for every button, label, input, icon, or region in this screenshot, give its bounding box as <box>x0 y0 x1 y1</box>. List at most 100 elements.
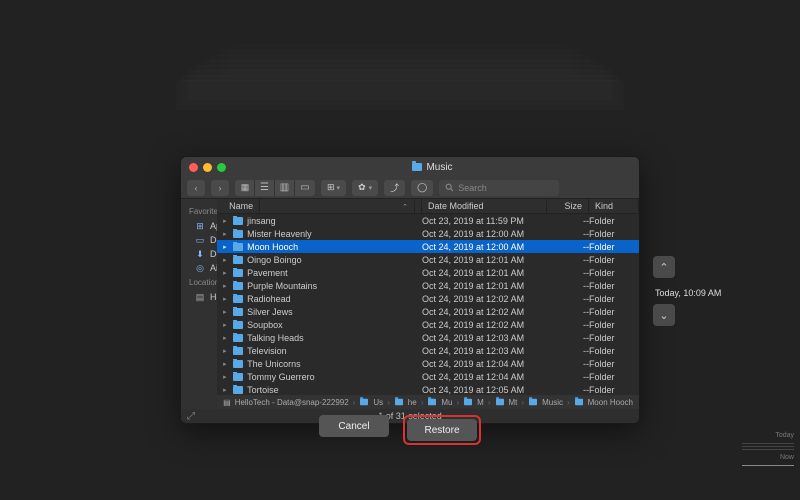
sidebar-item-desktop[interactable]: ▭Desktop <box>181 233 217 247</box>
share-button[interactable]: ⤴ <box>384 180 405 196</box>
path-crumb[interactable]: Mt <box>509 398 518 407</box>
sidebar: Favorites ⊞Applications▭Desktop⬇Download… <box>181 199 217 409</box>
path-crumb[interactable]: M <box>477 398 484 407</box>
table-row[interactable]: ▸Oingo BoingoOct 24, 2019 at 12:01 AM--F… <box>217 253 639 266</box>
table-row[interactable]: ▸PavementOct 24, 2019 at 12:01 AM--Folde… <box>217 266 639 279</box>
path-bar[interactable]: ▤HelloTech - Data@snap-222992›Us›he›Mu›M… <box>217 395 639 409</box>
table-row[interactable]: ▸Talking HeadsOct 24, 2019 at 12:03 AM--… <box>217 331 639 344</box>
column-size[interactable]: Size <box>547 199 589 213</box>
path-crumb[interactable]: Us <box>373 398 383 407</box>
folder-icon <box>233 321 243 329</box>
icon-view-button[interactable]: ▦ <box>235 180 255 196</box>
window-title: Music <box>234 162 631 173</box>
disclosure-triangle-icon[interactable]: ▸ <box>223 386 229 394</box>
table-row[interactable]: ▸SoupboxOct 24, 2019 at 12:02 AM--Folder <box>217 318 639 331</box>
action-buttons: Cancel Restore <box>319 415 481 445</box>
sidebar-locations-header: Locations <box>181 275 217 290</box>
list-view-button[interactable]: ☰ <box>255 180 275 196</box>
gallery-view-button[interactable]: ▭ <box>295 180 315 196</box>
folder-icon <box>233 386 243 394</box>
zoom-icon[interactable] <box>217 163 226 172</box>
disclosure-triangle-icon[interactable]: ▸ <box>223 321 229 329</box>
snapshot-timestamp: Today, 10:09 AM <box>653 284 743 304</box>
disclosure-triangle-icon[interactable]: ▸ <box>223 282 229 290</box>
previous-snapshot-button[interactable]: ⌃ <box>653 256 675 278</box>
table-row[interactable]: ▸Moon HoochOct 24, 2019 at 12:00 AM--Fol… <box>217 240 639 253</box>
disk-icon: ▤ <box>223 398 231 407</box>
restore-button[interactable]: Restore <box>407 419 477 441</box>
folder-icon <box>233 230 243 238</box>
path-crumb[interactable]: Music <box>542 398 563 407</box>
disclosure-triangle-icon[interactable]: ▸ <box>223 256 229 264</box>
path-crumb[interactable]: Moon Hooch <box>588 398 633 407</box>
sidebar-item-downloads[interactable]: ⬇Downloads <box>181 247 217 261</box>
table-row[interactable]: ▸Tommy GuerreroOct 24, 2019 at 12:04 AM-… <box>217 370 639 383</box>
path-crumb[interactable]: Mu <box>441 398 452 407</box>
table-row[interactable]: ▸TortoiseOct 24, 2019 at 12:05 AM--Folde… <box>217 383 639 395</box>
table-row[interactable]: ▸Silver JewsOct 24, 2019 at 12:02 AM--Fo… <box>217 305 639 318</box>
next-snapshot-button[interactable]: ⌄ <box>653 304 675 326</box>
minimize-icon[interactable] <box>203 163 212 172</box>
timeline[interactable]: Today Now <box>730 430 800 468</box>
sidebar-item-applications[interactable]: ⊞Applications <box>181 219 217 233</box>
folder-icon <box>233 243 243 251</box>
folder-icon <box>233 334 243 342</box>
folder-icon <box>496 399 504 405</box>
table-row[interactable]: ▸RadioheadOct 24, 2019 at 12:02 AM--Fold… <box>217 292 639 305</box>
titlebar[interactable]: Music <box>181 157 639 177</box>
table-row[interactable]: ▸TelevisionOct 24, 2019 at 12:03 AM--Fol… <box>217 344 639 357</box>
disclosure-triangle-icon[interactable]: ▸ <box>223 373 229 381</box>
cancel-button[interactable]: Cancel <box>319 415 389 437</box>
table-row[interactable]: ▸Purple MountainsOct 24, 2019 at 12:01 A… <box>217 279 639 292</box>
folder-icon <box>233 360 243 368</box>
disclosure-triangle-icon[interactable]: ▸ <box>223 334 229 342</box>
folder-icon <box>233 373 243 381</box>
sidebar-favorites-header: Favorites <box>181 204 217 219</box>
action-button[interactable]: ✿▾ <box>352 180 378 196</box>
disclosure-triangle-icon[interactable]: ▸ <box>223 308 229 316</box>
path-crumb[interactable]: he <box>408 398 417 407</box>
folder-icon <box>233 269 243 277</box>
close-icon[interactable] <box>189 163 198 172</box>
column-name[interactable]: Name ⌃ <box>217 199 422 213</box>
table-row[interactable]: ▸The UnicornsOct 24, 2019 at 12:04 AM--F… <box>217 357 639 370</box>
folder-icon <box>233 256 243 264</box>
column-date[interactable]: Date Modified <box>422 199 547 213</box>
forward-button[interactable]: › <box>211 180 229 196</box>
sidebar-item-hellotech[interactable]: ▤HelloTech <box>181 290 217 304</box>
column-view-button[interactable]: ▥ <box>275 180 295 196</box>
disclosure-triangle-icon[interactable]: ▸ <box>223 269 229 277</box>
disclosure-triangle-icon[interactable]: ▸ <box>223 295 229 303</box>
folder-icon <box>395 399 403 405</box>
folder-icon <box>233 282 243 290</box>
disclosure-triangle-icon[interactable]: ▸ <box>223 243 229 251</box>
sidebar-icon: ⊞ <box>195 221 205 231</box>
column-kind[interactable]: Kind <box>589 199 639 213</box>
back-button[interactable]: ‹ <box>187 180 205 196</box>
folder-icon <box>233 217 243 225</box>
sidebar-item-airdrop[interactable]: ◎AirDrop <box>181 261 217 275</box>
folder-icon <box>575 399 583 405</box>
traffic-lights <box>189 163 226 172</box>
table-row[interactable]: ▸Mister HeavenlyOct 24, 2019 at 12:00 AM… <box>217 227 639 240</box>
folder-icon <box>412 163 422 171</box>
view-switcher: ▦ ☰ ▥ ▭ <box>235 180 315 196</box>
finder-window: Music ‹ › ▦ ☰ ▥ ▭ ⊞▾ ✿▾ ⤴ ◯ Search Favor… <box>180 156 640 424</box>
toolbar: ‹ › ▦ ☰ ▥ ▭ ⊞▾ ✿▾ ⤴ ◯ Search <box>181 177 639 199</box>
expand-icon[interactable]: ⤢ <box>187 411 195 422</box>
folder-icon <box>233 347 243 355</box>
restore-highlight: Restore <box>403 415 481 445</box>
sidebar-icon: ◎ <box>195 263 205 273</box>
sidebar-icon: ⬇ <box>195 249 205 259</box>
disclosure-triangle-icon[interactable]: ▸ <box>223 217 229 225</box>
table-row[interactable]: ▸jinsangOct 23, 2019 at 11:59 PM--Folder <box>217 214 639 227</box>
arrange-button[interactable]: ⊞▾ <box>321 180 346 196</box>
search-input[interactable]: Search <box>439 180 559 196</box>
disclosure-triangle-icon[interactable]: ▸ <box>223 360 229 368</box>
snapshot-nav: ⌃ Today, 10:09 AM ⌄ <box>653 256 743 332</box>
disclosure-triangle-icon[interactable]: ▸ <box>223 347 229 355</box>
tags-button[interactable]: ◯ <box>411 180 433 196</box>
timeline-now: Now <box>730 452 794 466</box>
disclosure-triangle-icon[interactable]: ▸ <box>223 230 229 238</box>
folder-icon <box>233 295 243 303</box>
